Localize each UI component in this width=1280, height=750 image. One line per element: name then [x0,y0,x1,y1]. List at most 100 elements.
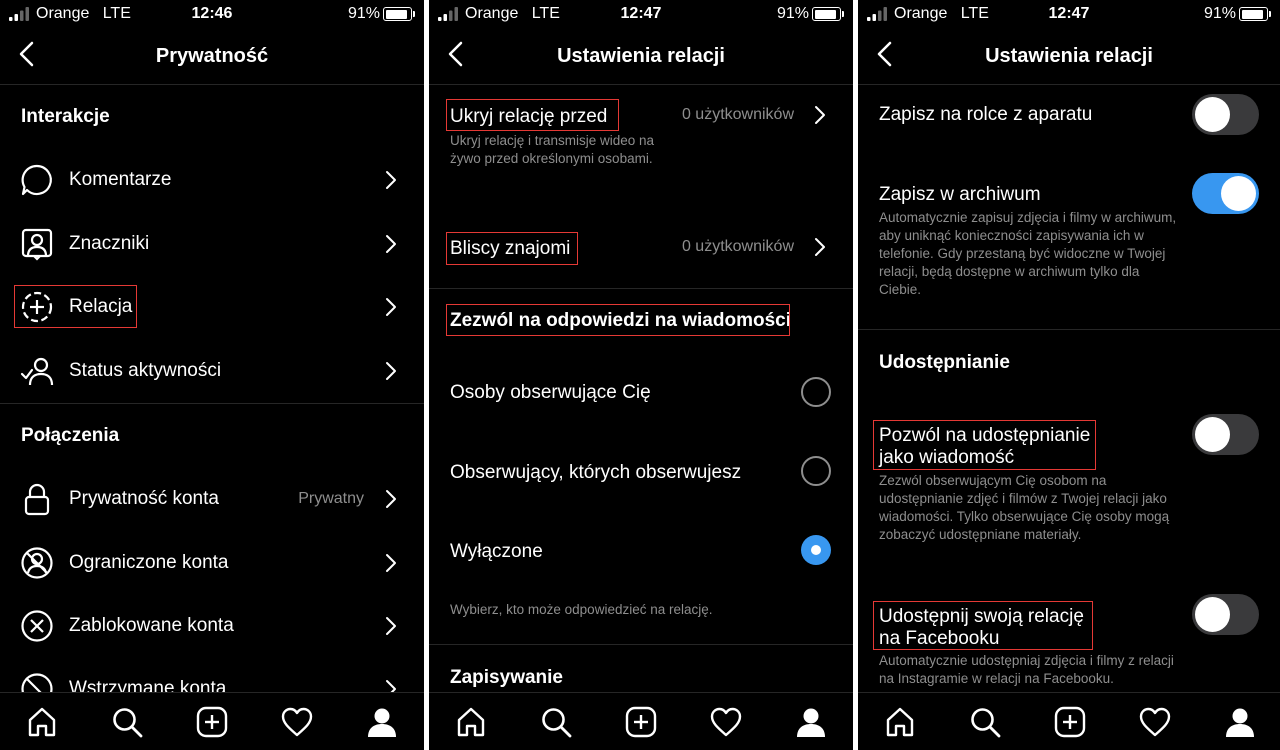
chevron-right-icon [385,489,397,509]
nav-bar: Ustawienia relacji [858,28,1280,85]
new-post-icon[interactable] [624,705,658,739]
radio-button[interactable] [801,456,831,486]
settings-item-comments[interactable]: Komentarze [0,150,424,210]
new-post-icon[interactable] [1053,705,1087,739]
status-bar: Orange LTE 12:47 91% [429,0,853,28]
tab-bar [429,692,853,750]
chevron-right-icon [385,234,397,254]
privacy-screen: Orange LTE 12:46 91% Prywatność Interakc… [0,0,424,750]
profile-icon[interactable] [365,705,399,739]
section-heading-connections: Połączenia [21,425,120,446]
share-facebook-description: Automatycznie udostępniaj zdjęcia i film… [879,653,1174,686]
item-label: Zablokowane konta [69,615,234,636]
nav-bar: Ustawienia relacji [429,28,853,85]
settings-item-restricted[interactable]: Ograniczone konta [0,533,424,593]
battery-icon [812,7,844,21]
toggle-knob [1195,97,1230,132]
new-post-icon[interactable] [195,705,229,739]
toggle-knob [1195,417,1230,452]
toggle-knob [1195,597,1230,632]
blocked-icon [20,609,54,643]
highlight-box [446,99,619,131]
section-divider [429,288,853,289]
restricted-icon [20,546,54,580]
chevron-right-icon [814,237,826,257]
search-icon[interactable] [539,705,573,739]
story-settings-screen-sharing: Orange LTE 12:47 91% Ustawienia relacji … [858,0,1280,750]
battery-percent: 91% [347,5,380,22]
lock-icon [20,482,54,516]
saving-heading: Zapisywanie [450,667,563,688]
status-bar: Orange LTE 12:46 91% [0,0,424,28]
settings-item-account-privacy[interactable]: Prywatność konta Prywatny [0,469,424,529]
item-label: Status aktywności [69,360,222,381]
page-title: Ustawienia relacji [985,45,1153,67]
section-heading-interactions: Interakcje [21,106,110,127]
item-label: Komentarze [69,169,172,190]
activity-heart-icon[interactable] [280,705,314,739]
radio-button[interactable] [801,377,831,407]
chevron-right-icon [385,361,397,381]
sharing-heading: Udostępnianie [879,352,1010,373]
save-archive-label: Zapisz w archiwum [879,184,1041,205]
allow-sharing-description: Zezwól obserwującym Cię osobom na udostę… [879,473,1170,542]
profile-icon[interactable] [1223,705,1257,739]
close-friends-count: 0 użytkowników [681,238,794,255]
highlight-box [446,304,790,336]
page-title: Ustawienia relacji [557,45,725,67]
search-icon[interactable] [110,705,144,739]
reply-option-label: Obserwujący, których obserwujesz [450,462,742,483]
tab-bar [0,692,424,750]
item-label: Prywatność konta [69,488,219,509]
save-archive-toggle[interactable] [1192,173,1259,214]
radio-button-selected[interactable] [801,535,831,565]
battery-percent: 91% [1203,5,1236,22]
nav-bar: Prywatność [0,28,424,85]
reply-option-label: Wyłączone [450,541,543,562]
status-bar: Orange LTE 12:47 91% [858,0,1280,28]
activity-status-icon [20,354,54,388]
item-label: Ograniczone konta [69,552,229,573]
chevron-right-icon [385,553,397,573]
chevron-right-icon [385,297,397,317]
battery-icon [1239,7,1271,21]
battery-percent: 91% [776,5,809,22]
highlight-box [14,285,137,328]
settings-item-activity-status[interactable]: Status aktywności [0,341,424,401]
item-label: Znaczniki [69,233,150,254]
section-divider [858,329,1280,330]
story-settings-screen: Orange LTE 12:47 91% Ustawienia relacji … [429,0,853,750]
tab-bar [858,692,1280,750]
toggle-knob [1221,176,1256,211]
section-divider [0,403,424,404]
item-value: Prywatny [298,490,364,507]
home-icon[interactable] [25,705,59,739]
chevron-right-icon [385,616,397,636]
chevron-right-icon [814,105,826,125]
battery-icon [383,7,415,21]
hide-story-description: Ukryj relację i transmisje wideo na żywo… [450,133,655,166]
share-facebook-toggle[interactable] [1192,594,1259,635]
save-camera-roll-label: Zapisz na rolce z aparatu [879,104,1093,125]
settings-item-tags[interactable]: Znaczniki [0,214,424,274]
highlight-box [873,601,1093,650]
chevron-right-icon [385,170,397,190]
section-divider [429,644,853,645]
settings-item-blocked[interactable]: Zablokowane konta [0,596,424,656]
reply-option-label: Osoby obserwujące Cię [450,382,651,403]
save-archive-description: Automatycznie zapisuj zdjęcia i filmy w … [879,210,1177,297]
replies-hint: Wybierz, kto może odpowiedzieć na relacj… [450,602,713,617]
highlight-box [446,232,578,265]
highlight-box [873,420,1096,470]
activity-heart-icon[interactable] [709,705,743,739]
activity-heart-icon[interactable] [1138,705,1172,739]
page-title: Prywatność [155,45,269,67]
home-icon[interactable] [454,705,488,739]
home-icon[interactable] [883,705,917,739]
allow-sharing-toggle[interactable] [1192,414,1259,455]
hide-story-count: 0 użytkowników [681,106,794,123]
profile-icon[interactable] [794,705,828,739]
search-icon[interactable] [968,705,1002,739]
comment-icon [20,163,54,197]
save-camera-roll-toggle[interactable] [1192,94,1259,135]
